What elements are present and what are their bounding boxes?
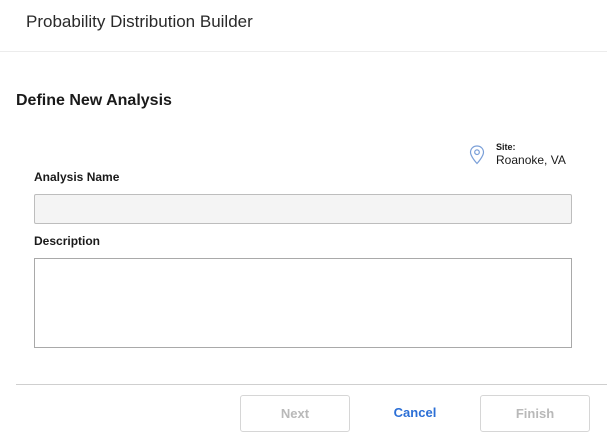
analysis-name-input[interactable] [34, 194, 572, 224]
finish-button[interactable]: Finish [480, 395, 590, 432]
map-pin-icon [469, 145, 485, 165]
footer-divider [16, 384, 607, 385]
next-button[interactable]: Next [240, 395, 350, 432]
site-value: Roanoke, VA [496, 153, 566, 167]
description-label: Description [34, 234, 101, 248]
dialog-header: Probability Distribution Builder [0, 0, 607, 52]
site-label: Site: [496, 142, 516, 152]
description-input[interactable] [34, 258, 572, 348]
site-info: Site: Roanoke, VA [469, 141, 589, 171]
cancel-button[interactable]: Cancel [370, 395, 460, 432]
define-analysis-dialog: Probability Distribution Builder Define … [0, 0, 607, 441]
dialog-title: Probability Distribution Builder [26, 12, 253, 31]
analysis-name-label: Analysis Name [34, 170, 120, 184]
section-title: Define New Analysis [16, 92, 172, 109]
